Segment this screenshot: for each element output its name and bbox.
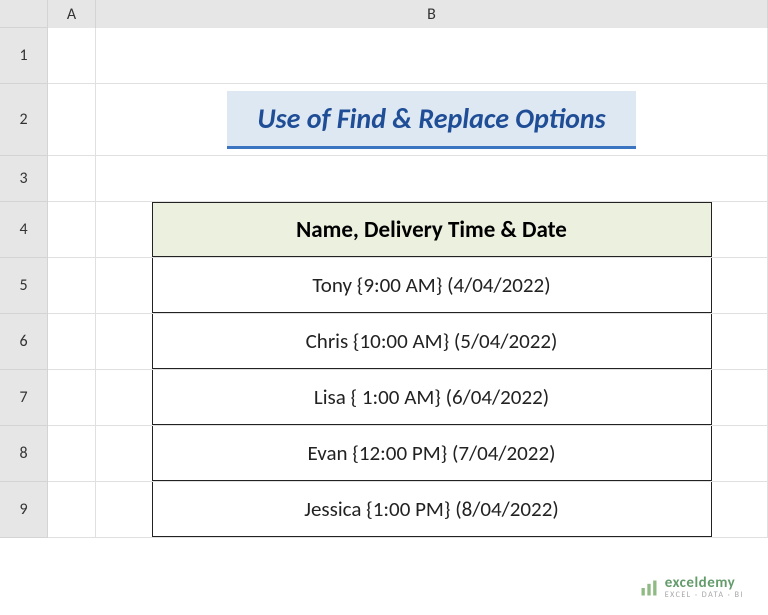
table-row: Chris {10:00 AM} (5/04/2022) [152, 314, 712, 369]
cell-a2[interactable] [48, 84, 96, 156]
cell-b7[interactable]: Lisa { 1:00 AM} (6/04/2022) [96, 370, 768, 426]
watermark: exceldemy EXCEL · DATA · BI [639, 576, 744, 599]
row-header-3[interactable]: 3 [0, 156, 48, 202]
cell-a9[interactable] [48, 482, 96, 538]
table-row: Tony {9:00 AM} (4/04/2022) [152, 258, 712, 313]
table-row: Evan {12:00 PM} (7/04/2022) [152, 426, 712, 481]
cell-a8[interactable] [48, 426, 96, 482]
row-5: 5 Tony {9:00 AM} (4/04/2022) [0, 258, 768, 314]
row-8: 8 Evan {12:00 PM} (7/04/2022) [0, 426, 768, 482]
cell-a3[interactable] [48, 156, 96, 202]
row-1: 1 [0, 28, 768, 84]
page-title: Use of Find & Replace Options [227, 91, 635, 149]
cell-a6[interactable] [48, 314, 96, 370]
watermark-brand: exceldemy [665, 576, 744, 591]
cell-a5[interactable] [48, 258, 96, 314]
select-all-corner[interactable] [0, 0, 48, 28]
table-row: Lisa { 1:00 AM} (6/04/2022) [152, 370, 712, 425]
column-header-row: A B [0, 0, 768, 28]
cell-b4[interactable]: Name, Delivery Time & Date [96, 202, 768, 258]
cell-b2[interactable]: Use of Find & Replace Options [96, 84, 768, 156]
bar-chart-icon [639, 578, 659, 598]
row-header-9[interactable]: 9 [0, 482, 48, 538]
cell-b6[interactable]: Chris {10:00 AM} (5/04/2022) [96, 314, 768, 370]
row-header-8[interactable]: 8 [0, 426, 48, 482]
cell-a7[interactable] [48, 370, 96, 426]
cell-a4[interactable] [48, 202, 96, 258]
watermark-tagline: EXCEL · DATA · BI [665, 591, 744, 599]
row-header-1[interactable]: 1 [0, 28, 48, 84]
column-header-a[interactable]: A [48, 0, 96, 28]
cell-b9[interactable]: Jessica {1:00 PM} (8/04/2022) [96, 482, 768, 538]
watermark-text: exceldemy EXCEL · DATA · BI [665, 576, 744, 599]
table-row: Jessica {1:00 PM} (8/04/2022) [152, 482, 712, 537]
row-header-6[interactable]: 6 [0, 314, 48, 370]
row-4: 4 Name, Delivery Time & Date [0, 202, 768, 258]
table-header: Name, Delivery Time & Date [152, 202, 712, 257]
column-header-b[interactable]: B [96, 0, 768, 28]
row-header-7[interactable]: 7 [0, 370, 48, 426]
row-9: 9 Jessica {1:00 PM} (8/04/2022) [0, 482, 768, 538]
spreadsheet-grid: A B 1 2 Use of Find & Replace Options 3 … [0, 0, 768, 615]
row-header-5[interactable]: 5 [0, 258, 48, 314]
row-2: 2 Use of Find & Replace Options [0, 84, 768, 156]
row-3: 3 [0, 156, 768, 202]
row-6: 6 Chris {10:00 AM} (5/04/2022) [0, 314, 768, 370]
cell-b1[interactable] [96, 28, 768, 84]
row-7: 7 Lisa { 1:00 AM} (6/04/2022) [0, 370, 768, 426]
cell-b3[interactable] [96, 156, 768, 202]
cell-b8[interactable]: Evan {12:00 PM} (7/04/2022) [96, 426, 768, 482]
cell-b5[interactable]: Tony {9:00 AM} (4/04/2022) [96, 258, 768, 314]
cell-a1[interactable] [48, 28, 96, 84]
row-header-2[interactable]: 2 [0, 84, 48, 156]
row-header-4[interactable]: 4 [0, 202, 48, 258]
